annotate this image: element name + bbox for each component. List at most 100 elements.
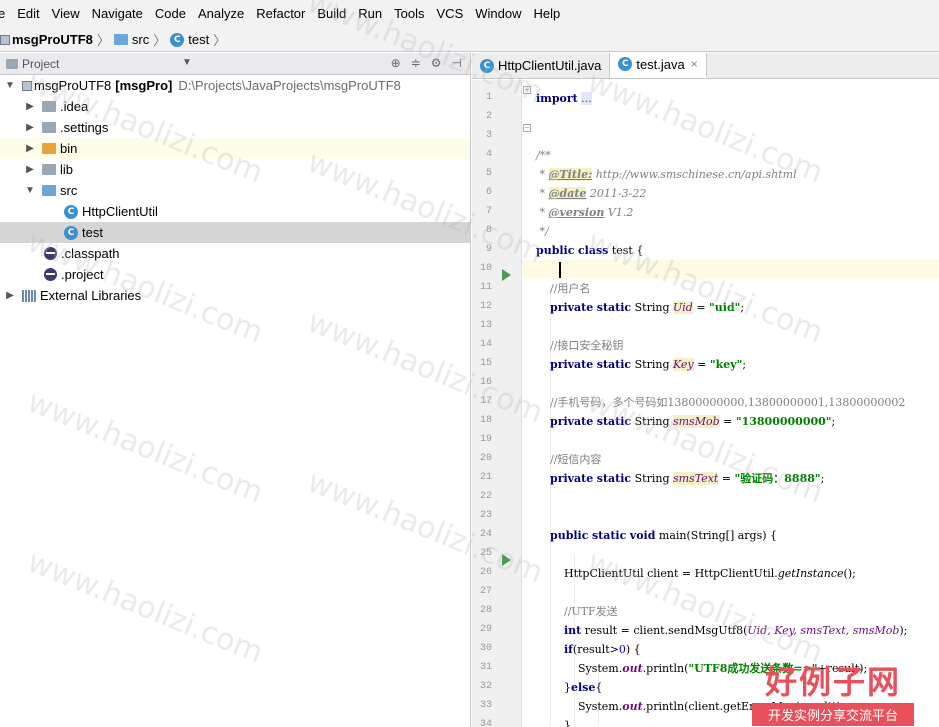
- line-number: 6: [485, 187, 492, 198]
- line-number: 34: [479, 719, 492, 727]
- folder-icon: [42, 101, 56, 112]
- chevron-right-icon[interactable]: ▶: [24, 164, 36, 175]
- line-number: 2: [485, 111, 492, 122]
- chevron-right-icon: 〉: [153, 33, 167, 48]
- code-line-29: int result = client.sendMsgUtf8(Uid, Key…: [563, 624, 908, 637]
- chevron-down-icon[interactable]: ▼: [24, 185, 36, 196]
- tree-item-src[interactable]: ▼ src: [0, 180, 470, 201]
- menu-analyze[interactable]: Analyze: [192, 0, 250, 28]
- gear-icon[interactable]: ⚙: [431, 56, 442, 70]
- class-icon: C: [170, 32, 185, 47]
- chevron-down-icon[interactable]: ▼: [182, 57, 192, 68]
- menu-navigate[interactable]: Navigate: [86, 0, 149, 28]
- breadcrumb-src[interactable]: src 〉: [113, 30, 167, 49]
- chevron-right-icon[interactable]: ▶: [24, 122, 36, 133]
- run-icon[interactable]: [502, 554, 511, 566]
- project-icon: [22, 80, 32, 91]
- code-line-15: private static String Key = "key";: [550, 358, 747, 371]
- run-icon[interactable]: [502, 269, 511, 281]
- menu-file[interactable]: e: [0, 0, 11, 28]
- line-number: 19: [479, 434, 492, 445]
- line-number: 22: [479, 491, 492, 502]
- tree-item-project[interactable]: .project: [0, 264, 470, 285]
- hide-icon[interactable]: ⊣: [452, 56, 462, 70]
- menu-run[interactable]: Run: [352, 0, 388, 28]
- tab-test[interactable]: C test.java ×: [610, 53, 707, 78]
- tree-item-idea[interactable]: ▶ .idea: [0, 96, 470, 117]
- chevron-right-icon: 〉: [96, 33, 110, 48]
- menu-bar: e Edit View Navigate Code Analyze Refact…: [0, 0, 939, 28]
- line-number: 5: [485, 168, 492, 179]
- tree-item-external-libraries[interactable]: ▶ External Libraries: [0, 285, 470, 306]
- menu-tools[interactable]: Tools: [388, 0, 430, 28]
- gutter: 1 2 3 4 5 6 7 8 9 10 11 12 13 14 15 16 17 18 19 20 21 22 23 24 2…: [472, 80, 531, 727]
- tree-item-classpath[interactable]: .classpath: [0, 243, 470, 264]
- close-icon[interactable]: ×: [691, 57, 698, 71]
- code-area[interactable]: import ... /** * @Title: http://www.smsc…: [523, 80, 939, 727]
- folder-icon: [42, 143, 56, 154]
- project-panel: Project ▼ ⊕ ≑ ⚙ ⊣ ▼ msgProUTF8 [msgPro] …: [0, 53, 471, 727]
- chevron-right-icon[interactable]: ▶: [24, 101, 36, 112]
- text-caret: [559, 262, 561, 278]
- chevron-right-icon[interactable]: ▶: [24, 143, 36, 154]
- tree-item-httpclientutil[interactable]: C HttpClientUtil: [0, 201, 470, 222]
- code-line-32: }else{: [563, 681, 603, 694]
- locate-icon[interactable]: ⊕: [391, 56, 401, 70]
- line-number: 32: [479, 681, 492, 692]
- code-line-18: private static String smsMob = "13800000…: [550, 415, 836, 428]
- code-line-9: public class test {: [536, 244, 644, 257]
- line-number: 26: [479, 567, 492, 578]
- code-line-12: private static String Uid = "uid";: [550, 301, 745, 314]
- code-line-28: //UTF发送: [563, 605, 618, 618]
- class-icon: C: [480, 58, 494, 73]
- project-view-title[interactable]: Project: [22, 57, 59, 71]
- menu-window[interactable]: Window: [469, 0, 527, 28]
- chevron-right-icon[interactable]: ▶: [4, 290, 16, 301]
- code-line-7: * @version V1.2: [539, 206, 634, 219]
- breadcrumb-test[interactable]: C test 〉: [170, 30, 226, 49]
- tab-httpclientutil[interactable]: C HttpClientUtil.java: [472, 53, 611, 78]
- line-number: 31: [479, 662, 492, 673]
- menu-view[interactable]: View: [46, 0, 86, 28]
- tree-item-settings[interactable]: ▶ .settings: [0, 117, 470, 138]
- editor-tabs: C HttpClientUtil.java C test.java ×: [472, 53, 939, 79]
- folder-icon: [42, 185, 56, 196]
- code-line-8: */: [539, 225, 549, 238]
- project-view-icon: [6, 58, 18, 69]
- line-number: 29: [479, 624, 492, 635]
- menu-edit[interactable]: Edit: [11, 0, 45, 28]
- line-number: 16: [479, 377, 492, 388]
- eclipse-icon: [44, 247, 57, 260]
- chevron-down-icon[interactable]: ▼: [4, 80, 16, 91]
- tree-item-test[interactable]: C test: [0, 222, 470, 243]
- line-number: 27: [479, 586, 492, 597]
- folder-icon: [42, 122, 56, 133]
- tree-item-bin[interactable]: ▶ bin: [0, 138, 470, 159]
- tree-item-lib[interactable]: ▶ lib: [0, 159, 470, 180]
- current-line-highlight: [523, 260, 939, 279]
- libraries-icon: [22, 289, 36, 302]
- line-number: 17: [479, 396, 492, 407]
- editor: C HttpClientUtil.java C test.java × 1 2 34…: [472, 53, 939, 727]
- code-line-5: * @Title: http://www.smschinese.cn/api.s…: [539, 168, 797, 181]
- menu-refactor[interactable]: Refactor: [250, 0, 311, 28]
- line-number: 25: [479, 548, 492, 559]
- line-number: 1: [485, 92, 492, 103]
- tree-item-root[interactable]: ▼ msgProUTF8 [msgPro] D:\Projects\JavaPr…: [0, 75, 470, 96]
- folder-icon: [113, 34, 128, 45]
- line-number: 3: [485, 130, 492, 141]
- project-panel-header: Project ▼ ⊕ ≑ ⚙ ⊣: [0, 53, 470, 75]
- menu-help[interactable]: Help: [528, 0, 567, 28]
- collapse-icon[interactable]: ≑: [411, 56, 421, 70]
- line-number: 28: [479, 605, 492, 616]
- menu-vcs[interactable]: VCS: [431, 0, 470, 28]
- menu-code[interactable]: Code: [149, 0, 192, 28]
- code-line-20: //短信内容: [550, 453, 602, 466]
- menu-build[interactable]: Build: [311, 0, 352, 28]
- breadcrumb-project[interactable]: msgProUTF8 〉: [0, 30, 110, 49]
- class-icon: C: [64, 225, 78, 240]
- code-line-24: public static void main(String[] args) {: [550, 529, 778, 542]
- line-number: 11: [479, 282, 492, 293]
- breadcrumb: msgProUTF8 〉 src 〉 C test 〉: [0, 28, 939, 52]
- code-line-34: }: [563, 719, 571, 727]
